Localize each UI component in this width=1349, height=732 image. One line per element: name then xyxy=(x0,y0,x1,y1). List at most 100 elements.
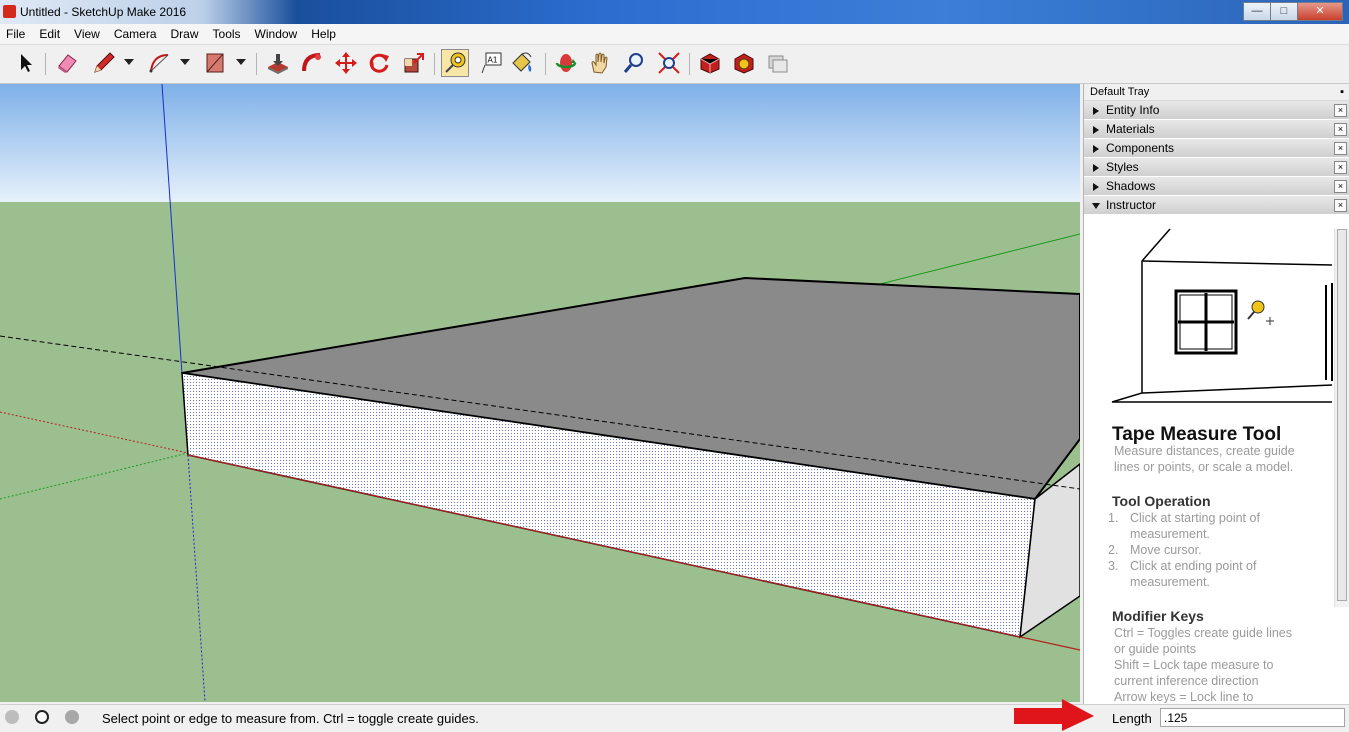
sky xyxy=(0,84,1080,202)
pencil-icon xyxy=(94,52,115,73)
modifier-line: Arrow keys = Lock line to xyxy=(1114,690,1254,703)
paint-bucket-tool-button[interactable] xyxy=(508,49,536,77)
select-icon xyxy=(21,54,32,72)
zoom-tool-button[interactable] xyxy=(620,49,648,77)
rectangle-tool-button[interactable] xyxy=(201,49,229,77)
scrollbar-thumb[interactable] xyxy=(1337,229,1347,601)
minimize-button[interactable]: — xyxy=(1243,2,1271,21)
close-panel-icon[interactable]: × xyxy=(1334,104,1347,117)
orbit-tool-button[interactable] xyxy=(552,49,580,77)
zoom-extents-tool-button[interactable] xyxy=(655,49,683,77)
instructor-content: Tape Measure Tool Measure distances, cre… xyxy=(1084,215,1334,703)
arc-tool-button[interactable] xyxy=(146,49,174,77)
scene-canvas[interactable] xyxy=(0,84,1080,702)
move-tool-button[interactable] xyxy=(332,49,360,77)
menu-draw[interactable]: Draw xyxy=(165,24,207,44)
zoom-extents-icon xyxy=(658,52,680,74)
panel-components[interactable]: Components × xyxy=(1084,139,1349,158)
scale-icon xyxy=(404,53,424,73)
title-bar: Untitled - SketchUp Make 2016 — □ ✕ xyxy=(0,0,1349,24)
scale-tool-button[interactable] xyxy=(400,49,428,77)
tray-title: Default Tray ▪ xyxy=(1084,84,1349,101)
measurements-input[interactable] xyxy=(1160,708,1345,727)
geolocation-icon[interactable] xyxy=(5,710,19,724)
close-button[interactable]: ✕ xyxy=(1297,2,1343,21)
close-panel-icon[interactable]: × xyxy=(1334,123,1347,136)
move-icon xyxy=(335,52,357,74)
modifier-line: current inference direction xyxy=(1114,674,1259,688)
pin-icon[interactable]: ▪ xyxy=(1340,84,1344,100)
modeling-viewport[interactable] xyxy=(0,84,1080,702)
follow-me-tool-button[interactable] xyxy=(298,49,326,77)
expand-triangle-icon xyxy=(1093,145,1099,153)
large-tool-set-toolbar: A1 xyxy=(0,45,1349,84)
pencil-dropdown-arrow[interactable] xyxy=(124,59,134,65)
menu-view[interactable]: View xyxy=(68,24,108,44)
status-message: Select point or edge to measure from. Ct… xyxy=(102,711,479,726)
rectangle-dropdown-arrow[interactable] xyxy=(236,59,246,65)
modifier-line: or guide points xyxy=(1114,642,1197,656)
share-model-button[interactable] xyxy=(764,49,792,77)
maximize-button[interactable]: □ xyxy=(1270,2,1298,21)
panel-shadows[interactable]: Shadows × xyxy=(1084,177,1349,196)
select-tool-button[interactable] xyxy=(12,49,40,77)
pan-tool-button[interactable] xyxy=(586,49,614,77)
menu-window[interactable]: Window xyxy=(249,24,306,44)
extension-warehouse-icon xyxy=(734,53,754,74)
tray-title-text: Default Tray xyxy=(1090,86,1150,98)
pan-icon xyxy=(591,52,608,74)
menu-tools[interactable]: Tools xyxy=(207,24,249,44)
pencil-tool-button[interactable] xyxy=(90,49,118,77)
arc-icon xyxy=(149,54,169,73)
annotation-arrow xyxy=(1014,699,1094,731)
close-panel-icon[interactable]: × xyxy=(1334,142,1347,155)
extension-warehouse-button[interactable] xyxy=(730,49,758,77)
instructor-desc-line: lines or points, or scale a model. xyxy=(1114,460,1294,474)
menu-help[interactable]: Help xyxy=(305,24,344,44)
panel-materials[interactable]: Materials × xyxy=(1084,120,1349,139)
sketchup-app-icon xyxy=(3,5,16,18)
push-pull-icon xyxy=(268,54,288,74)
3d-warehouse-button[interactable] xyxy=(696,49,724,77)
tape-measure-icon xyxy=(445,52,466,73)
push-pull-tool-button[interactable] xyxy=(264,49,292,77)
tool-operation-heading: Tool Operation xyxy=(1112,493,1211,509)
rotate-icon xyxy=(369,53,389,73)
follow-me-icon xyxy=(302,53,321,72)
menu-edit[interactable]: Edit xyxy=(33,24,68,44)
expand-triangle-icon xyxy=(1093,164,1099,172)
warehouse-icon xyxy=(700,53,720,74)
close-panel-icon[interactable]: × xyxy=(1334,180,1347,193)
svg-text:A1: A1 xyxy=(488,56,498,65)
arc-dropdown-arrow[interactable] xyxy=(180,59,190,65)
menu-bar: File Edit View Camera Draw Tools Window … xyxy=(0,24,1349,45)
operation-step: 1. Click at starting point of measurement… xyxy=(1108,511,1260,541)
expand-triangle-icon xyxy=(1093,107,1099,115)
paint-bucket-icon xyxy=(512,52,532,72)
close-panel-icon[interactable]: × xyxy=(1334,161,1347,174)
zoom-icon xyxy=(623,53,643,73)
panel-instructor[interactable]: Instructor × xyxy=(1084,196,1349,215)
close-panel-icon[interactable]: × xyxy=(1334,199,1347,212)
modifier-line: Shift = Lock tape measure to xyxy=(1114,658,1274,672)
user-account-icon[interactable] xyxy=(65,710,79,724)
eraser-tool-button[interactable] xyxy=(53,49,81,77)
tape-measure-illustration xyxy=(1111,228,1333,403)
panel-entity-info[interactable]: Entity Info × xyxy=(1084,101,1349,120)
panel-styles[interactable]: Styles × xyxy=(1084,158,1349,177)
rotate-tool-button[interactable] xyxy=(365,49,393,77)
menu-file[interactable]: File xyxy=(0,24,33,44)
tape-measure-tool-button[interactable] xyxy=(441,49,469,77)
collapse-triangle-icon xyxy=(1092,203,1100,209)
expand-triangle-icon xyxy=(1093,183,1099,191)
status-bar: Select point or edge to measure from. Ct… xyxy=(0,704,1349,732)
text-tool-button[interactable]: A1 xyxy=(477,49,505,77)
expand-triangle-icon xyxy=(1093,126,1099,134)
info-icon[interactable] xyxy=(35,710,49,724)
modifier-keys-heading: Modifier Keys xyxy=(1112,608,1204,624)
menu-camera[interactable]: Camera xyxy=(108,24,165,44)
modifier-line: Ctrl = Toggles create guide lines xyxy=(1114,626,1292,640)
measurements-label: Length xyxy=(1112,711,1152,726)
instructor-scrollbar[interactable] xyxy=(1334,229,1349,607)
window-title: Untitled - SketchUp Make 2016 xyxy=(20,5,187,19)
